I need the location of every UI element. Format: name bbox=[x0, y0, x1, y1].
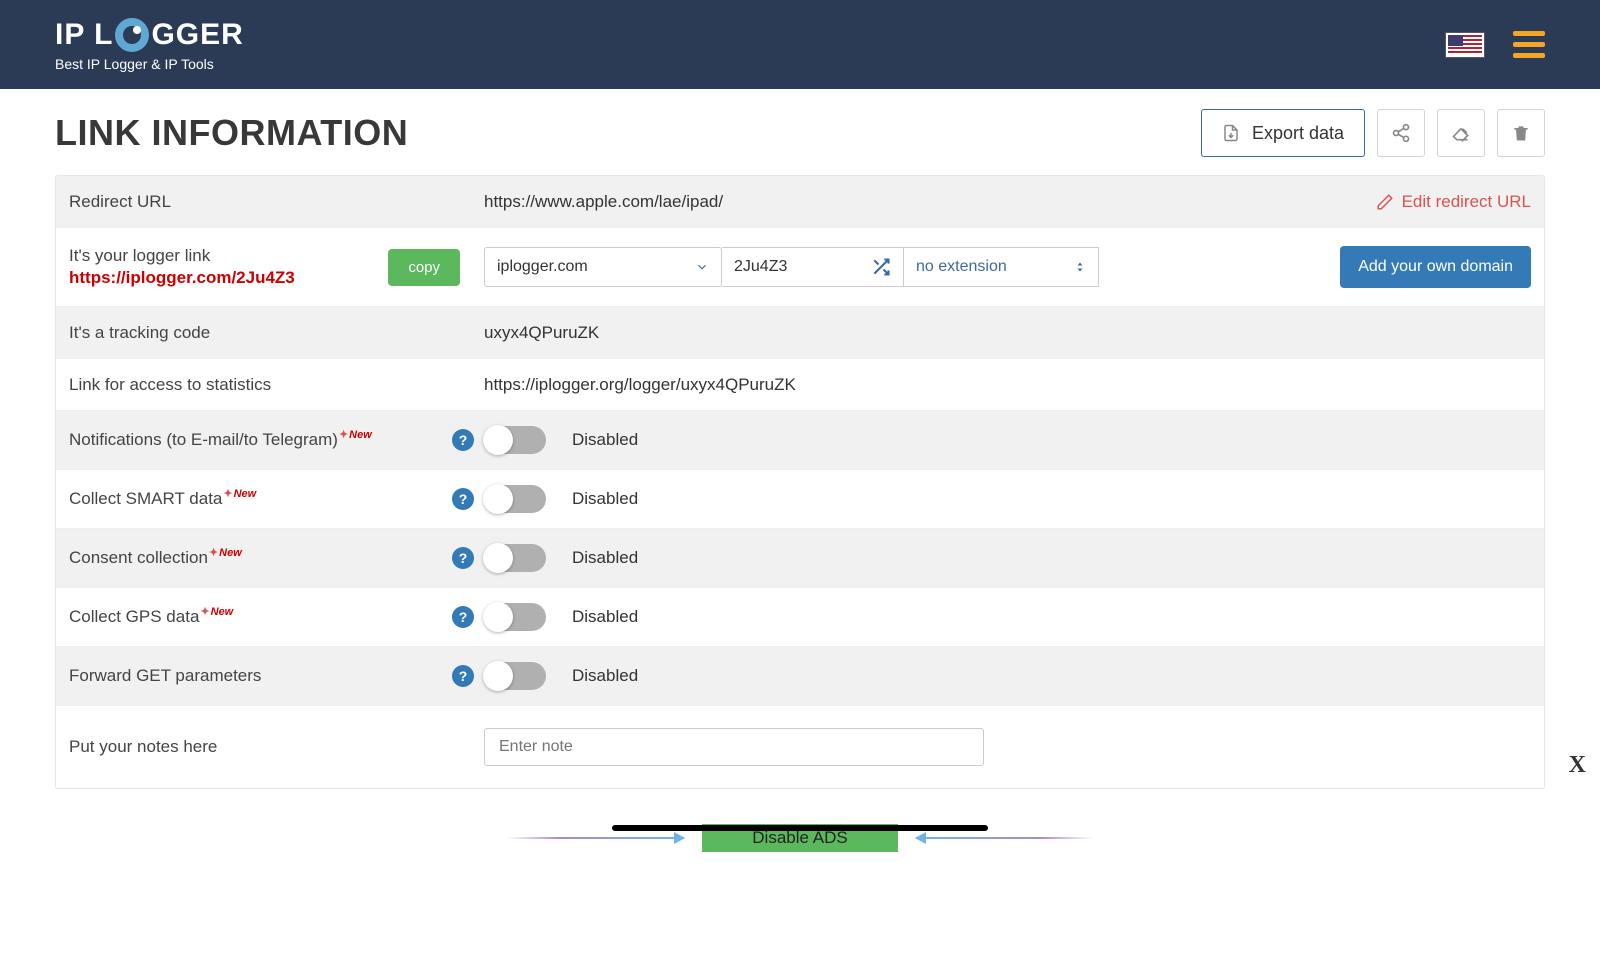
consent-status: Disabled bbox=[572, 548, 638, 568]
forward-get-row: Forward GET parameters ? Disabled bbox=[56, 647, 1544, 706]
export-data-button[interactable]: Export data bbox=[1201, 109, 1365, 157]
help-icon[interactable]: ? bbox=[452, 547, 474, 569]
logo-text-after: GGER bbox=[151, 18, 243, 52]
consent-toggle[interactable] bbox=[484, 544, 546, 572]
erase-button[interactable] bbox=[1437, 109, 1485, 157]
arrow-right-icon bbox=[506, 837, 684, 839]
gps-toggle[interactable] bbox=[484, 603, 546, 631]
short-code: 2Ju4Z3 bbox=[734, 258, 787, 276]
add-domain-button[interactable]: Add your own domain bbox=[1340, 246, 1531, 288]
help-icon[interactable]: ? bbox=[452, 606, 474, 628]
stats-link-value: https://iplogger.org/logger/uxyx4QPuruZK bbox=[484, 375, 1531, 395]
logger-link-url[interactable]: https://iplogger.com/2Ju4Z3 bbox=[69, 268, 295, 288]
main-content: LINK INFORMATION Export data Redirect UR… bbox=[0, 89, 1600, 882]
tracking-code-row: It's a tracking code uxyx4QPuruZK bbox=[56, 307, 1544, 359]
sort-icon bbox=[1074, 260, 1086, 274]
redirect-url-value: https://www.apple.com/lae/ipad/ bbox=[484, 192, 1376, 212]
short-code-box: 2Ju4Z3 bbox=[722, 247, 904, 287]
close-ad-button[interactable]: X bbox=[1569, 752, 1586, 779]
logo-section[interactable]: IP L GGER Best IP Logger & IP Tools bbox=[55, 18, 244, 72]
consent-row: Consent collection New ? Disabled bbox=[56, 529, 1544, 588]
notes-row: Put your notes here bbox=[56, 706, 1544, 788]
gps-status: Disabled bbox=[572, 607, 638, 627]
smart-toggle[interactable] bbox=[484, 485, 546, 513]
stats-link-label: Link for access to statistics bbox=[69, 375, 484, 395]
stats-link-row: Link for access to statistics https://ip… bbox=[56, 359, 1544, 411]
share-icon bbox=[1391, 123, 1411, 143]
extension-value: no extension bbox=[916, 258, 1007, 276]
tagline: Best IP Logger & IP Tools bbox=[55, 56, 244, 72]
header-right bbox=[1445, 31, 1545, 58]
arrow-left-icon bbox=[916, 837, 1094, 839]
forward-get-status: Disabled bbox=[572, 666, 638, 686]
logo-o-icon bbox=[115, 18, 149, 52]
logo: IP L GGER bbox=[55, 18, 244, 52]
help-icon[interactable]: ? bbox=[452, 488, 474, 510]
new-badge: New bbox=[339, 428, 372, 441]
pencil-icon bbox=[1376, 193, 1394, 211]
gps-row: Collect GPS data New ? Disabled bbox=[56, 588, 1544, 647]
edit-redirect-url[interactable]: Edit redirect URL bbox=[1376, 192, 1531, 212]
menu-hamburger-icon[interactable] bbox=[1513, 31, 1545, 58]
language-flag-us[interactable] bbox=[1445, 32, 1485, 58]
notifications-toggle[interactable] bbox=[484, 426, 546, 454]
action-buttons: Export data bbox=[1201, 109, 1545, 157]
logger-link-label: It's your logger link bbox=[69, 246, 295, 266]
shuffle-icon[interactable] bbox=[871, 257, 891, 277]
redirect-url-row: Redirect URL https://www.apple.com/lae/i… bbox=[56, 176, 1544, 228]
domain-selected: iplogger.com bbox=[497, 258, 588, 276]
extension-select[interactable]: no extension bbox=[904, 247, 1099, 287]
help-icon[interactable]: ? bbox=[452, 429, 474, 451]
share-button[interactable] bbox=[1377, 109, 1425, 157]
info-table: Redirect URL https://www.apple.com/lae/i… bbox=[55, 175, 1545, 789]
smart-data-row: Collect SMART data New ? Disabled bbox=[56, 470, 1544, 529]
erase-icon bbox=[1451, 123, 1471, 143]
tracking-code-value: uxyx4QPuruZK bbox=[484, 323, 1531, 343]
page-title: LINK INFORMATION bbox=[55, 112, 408, 154]
new-badge: New bbox=[223, 487, 256, 500]
help-icon[interactable]: ? bbox=[452, 665, 474, 687]
notes-label: Put your notes here bbox=[69, 737, 484, 757]
notifications-label: Notifications (to E-mail/to Telegram) bbox=[69, 430, 338, 450]
new-badge: New bbox=[200, 605, 233, 618]
title-row: LINK INFORMATION Export data bbox=[55, 109, 1545, 157]
logo-text-before: IP L bbox=[55, 18, 113, 52]
site-header: IP L GGER Best IP Logger & IP Tools bbox=[0, 0, 1600, 89]
smart-status: Disabled bbox=[572, 489, 638, 509]
home-indicator bbox=[612, 825, 988, 831]
export-label: Export data bbox=[1252, 123, 1344, 144]
smart-label: Collect SMART data bbox=[69, 489, 222, 509]
logger-link-row: It's your logger link https://iplogger.c… bbox=[56, 228, 1544, 307]
forward-get-toggle[interactable] bbox=[484, 662, 546, 690]
notifications-status: Disabled bbox=[572, 430, 638, 450]
forward-get-label: Forward GET parameters bbox=[69, 666, 261, 686]
notes-input[interactable] bbox=[484, 728, 984, 766]
tracking-code-label: It's a tracking code bbox=[69, 323, 484, 343]
notifications-row: Notifications (to E-mail/to Telegram) Ne… bbox=[56, 411, 1544, 470]
copy-button[interactable]: copy bbox=[388, 249, 460, 286]
consent-label: Consent collection bbox=[69, 548, 208, 568]
export-icon bbox=[1222, 124, 1240, 142]
delete-button[interactable] bbox=[1497, 109, 1545, 157]
gps-label: Collect GPS data bbox=[69, 607, 199, 627]
chevron-down-icon bbox=[695, 260, 709, 274]
edit-redirect-label: Edit redirect URL bbox=[1402, 192, 1531, 212]
domain-select[interactable]: iplogger.com bbox=[484, 247, 722, 287]
redirect-url-label: Redirect URL bbox=[69, 192, 484, 212]
trash-icon bbox=[1511, 123, 1531, 143]
new-badge: New bbox=[209, 546, 242, 559]
